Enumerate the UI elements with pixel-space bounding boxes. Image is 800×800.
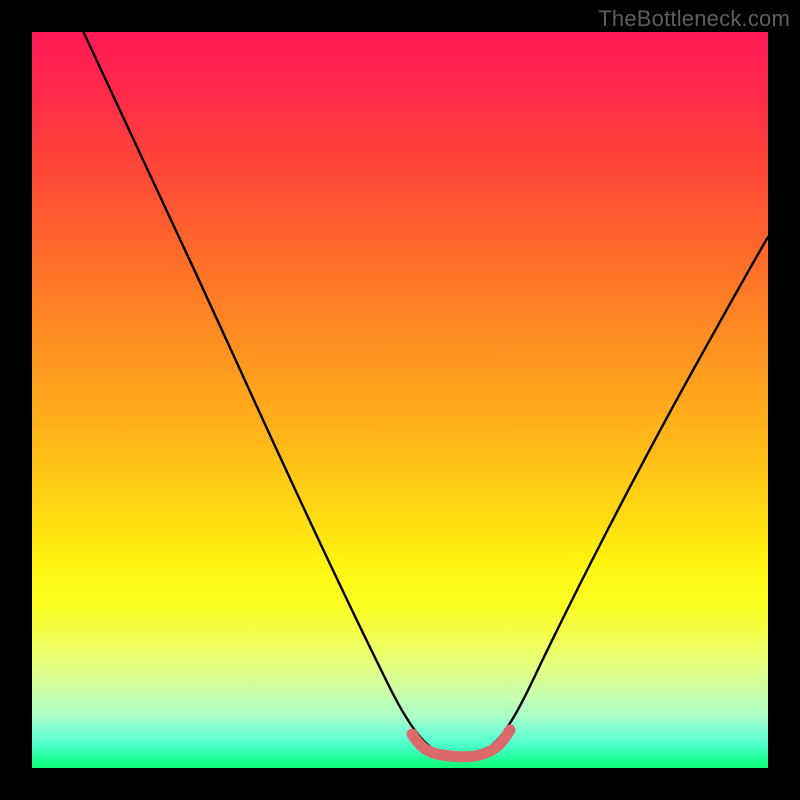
chart-frame: TheBottleneck.com	[0, 0, 800, 800]
watermark-text: TheBottleneck.com	[598, 6, 790, 32]
bottleneck-curve	[84, 32, 769, 753]
plot-area	[32, 32, 768, 768]
curve-layer	[32, 32, 768, 768]
minimum-marker	[412, 730, 510, 757]
